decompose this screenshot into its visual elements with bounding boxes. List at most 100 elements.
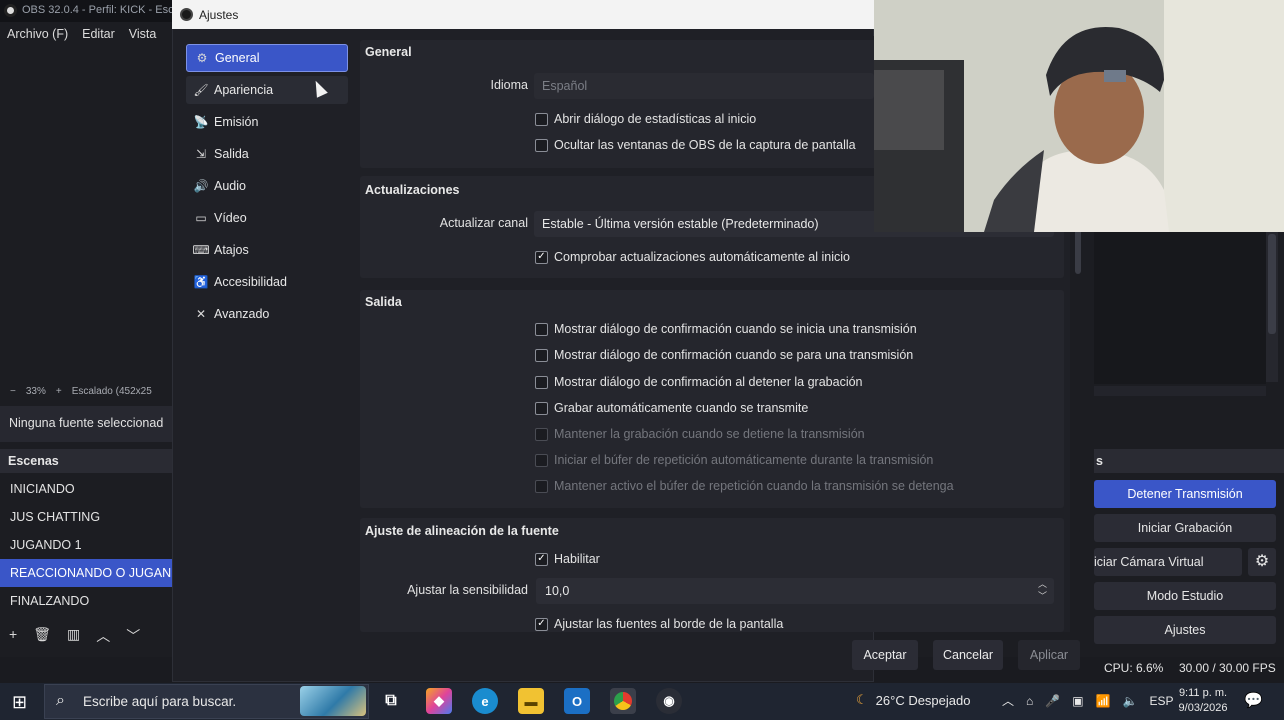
nav-advanced[interactable]: ✕ Avanzado [186, 300, 348, 328]
keyboard-icon: ⌨ [192, 243, 210, 257]
nav-video[interactable]: ▭ Vídeo [186, 204, 348, 232]
search-placeholder: Escribe aquí para buscar. [83, 694, 237, 709]
checkbox-snap-screen-edge[interactable]: ✓ Ajustar las fuentes al borde de la pan… [535, 617, 783, 631]
windows-start-icon[interactable]: ⊞ [12, 692, 27, 713]
nav-label: Salida [214, 147, 249, 161]
obs-logo-icon [4, 4, 17, 17]
checkbox-box[interactable] [535, 112, 548, 126]
checkbox-hide-from-capture[interactable]: Ocultar las ventanas de OBS de la captur… [535, 138, 856, 152]
cancel-button[interactable]: Cancelar [933, 640, 1003, 670]
network-icon[interactable]: ⌂ [1026, 694, 1033, 708]
checkbox-keep-recording: Mantener la grabación cuando se detiene … [535, 427, 865, 441]
updates-group-title: Actualizaciones [365, 183, 460, 197]
webcam-feed [874, 0, 1284, 232]
language-select[interactable]: Español [534, 73, 874, 99]
scene-item[interactable]: JUGANDO 1 [0, 531, 172, 559]
checkbox-label: Mostrar diálogo de confirmación al deten… [554, 375, 863, 389]
checkbox-auto-record[interactable]: Grabar automáticamente cuando se transmi… [535, 401, 808, 415]
controls-dock-title: s [1094, 449, 1284, 473]
nav-label: General [215, 51, 260, 65]
nav-hotkeys[interactable]: ⌨ Atajos [186, 236, 348, 264]
checkbox-box[interactable] [535, 322, 548, 336]
volume-icon[interactable]: 🔈 [1123, 694, 1138, 708]
chevron-down-icon[interactable]: ﹀ [1038, 590, 1047, 602]
edge-icon[interactable]: e [472, 688, 498, 714]
nav-audio[interactable]: 🔊 Audio [186, 172, 348, 200]
scene-item[interactable]: FINALZANDO [0, 587, 172, 615]
sensitivity-spinbox[interactable]: 10,0 [536, 578, 1054, 604]
clock[interactable]: 9:11 p. m. 9/03/2026 [1168, 686, 1238, 716]
accessibility-icon: ♿ [193, 275, 209, 289]
checkbox-box [535, 427, 548, 441]
checkbox-stats-on-start[interactable]: Abrir diálogo de estadísticas al inicio [535, 112, 756, 126]
checkbox-box[interactable]: ✓ [535, 250, 548, 264]
checkbox-snapping-enable[interactable]: ✓ Habilitar [535, 552, 600, 566]
virtual-camera-button[interactable]: iciar Cámara Virtual [1094, 548, 1242, 576]
copilot-icon[interactable]: ◆ [426, 688, 452, 714]
scene-item-selected[interactable]: REACCIONANDO O JUGANDO [0, 559, 172, 587]
zoom-out-icon[interactable]: − [10, 386, 16, 402]
scenes-dock-title: Escenas [0, 449, 172, 473]
filter-icon[interactable]: ▥ [67, 626, 80, 646]
checkbox-confirm-start-stream[interactable]: Mostrar diálogo de confirmación cuando s… [535, 322, 917, 336]
add-icon[interactable]: + [9, 626, 17, 646]
spinbox-arrows[interactable]: ︿ ﹀ [1038, 578, 1047, 602]
preview-area[interactable] [0, 46, 172, 382]
chevron-up-icon[interactable]: ︿ [1038, 578, 1047, 590]
nav-accessibility[interactable]: ♿ Accesibilidad [186, 268, 348, 296]
menu-file[interactable]: Archivo (F) [7, 27, 68, 46]
accept-button[interactable]: Aceptar [852, 640, 918, 670]
zoom-in-icon[interactable]: + [56, 386, 62, 402]
trash-icon[interactable]: 🗑 [33, 626, 51, 646]
nav-label: Emisión [214, 115, 259, 129]
scene-item[interactable]: INICIANDO [0, 475, 172, 503]
checkbox-confirm-stop-record[interactable]: Mostrar diálogo de confirmación al deten… [535, 375, 863, 389]
menu-edit[interactable]: Editar [82, 27, 115, 46]
wifi-icon[interactable]: 📶 [1096, 694, 1111, 708]
chrome-icon[interactable] [610, 688, 636, 714]
checkbox-auto-update[interactable]: ✓ Comprobar actualizaciones automáticame… [535, 250, 850, 264]
file-explorer-icon[interactable]: ▬ [518, 688, 544, 714]
scene-item[interactable]: JUS CHATTING [0, 503, 172, 531]
gear-icon[interactable]: ⚙ [1248, 548, 1276, 576]
search-highlight-image [300, 686, 366, 716]
checkbox-box[interactable] [535, 348, 548, 362]
checkbox-box[interactable]: ✓ [535, 552, 548, 566]
chevron-up-icon[interactable]: ︿ [1002, 692, 1014, 709]
gear-icon: ⚙ [196, 51, 208, 65]
nav-stream[interactable]: 📡 Emisión [186, 108, 348, 136]
weather-widget[interactable]: ☾ 26°C Despejado [856, 692, 970, 708]
output-icon: ⇲ [195, 147, 207, 161]
nav-label: Vídeo [214, 211, 247, 225]
studio-mode-button[interactable]: Modo Estudio [1094, 582, 1276, 610]
checkbox-box[interactable] [535, 401, 548, 415]
microphone-icon[interactable]: 🎤 [1045, 694, 1060, 708]
checkbox-label: Habilitar [554, 552, 600, 566]
start-recording-button[interactable]: Iniciar Grabación [1094, 514, 1276, 542]
dock-hscrollbar[interactable] [1094, 386, 1266, 396]
checkbox-label: Grabar automáticamente cuando se transmi… [554, 401, 809, 415]
nav-general[interactable]: ⚙ General [186, 44, 348, 72]
checkbox-box [535, 479, 548, 493]
outlook-icon[interactable]: O [564, 688, 590, 714]
checkbox-confirm-stop-stream[interactable]: Mostrar diálogo de confirmación cuando s… [535, 348, 913, 362]
checkbox-label: Mostrar diálogo de confirmación cuando s… [554, 348, 914, 362]
checkbox-box[interactable] [535, 375, 548, 389]
dock-scrollbar-thumb[interactable] [1268, 234, 1276, 334]
task-view-icon[interactable]: ⧉ [378, 688, 404, 714]
chevron-up-icon[interactable]: ︿ [96, 626, 110, 646]
settings-button[interactable]: Ajustes [1094, 616, 1276, 644]
obs-taskbar-icon[interactable]: ◉ [656, 688, 682, 714]
notification-icon[interactable]: 💬 [1244, 691, 1263, 709]
stop-stream-button[interactable]: Detener Transmisión [1094, 480, 1276, 508]
checkbox-box[interactable]: ✓ [535, 617, 548, 631]
chevron-down-icon[interactable]: ﹀ [126, 626, 140, 646]
nav-label: Accesibilidad [214, 275, 287, 289]
menu-view[interactable]: Vista [129, 27, 157, 46]
nav-output[interactable]: ⇲ Salida [186, 140, 348, 168]
camera-icon[interactable]: ▣ [1072, 694, 1083, 708]
scaling-info: Escalado (452x25 [71, 386, 152, 397]
checkbox-replay-buffer-auto: Iniciar el búfer de repetición automátic… [535, 453, 933, 467]
checkbox-box[interactable] [535, 138, 548, 152]
apply-button[interactable]: Aplicar [1018, 640, 1080, 670]
